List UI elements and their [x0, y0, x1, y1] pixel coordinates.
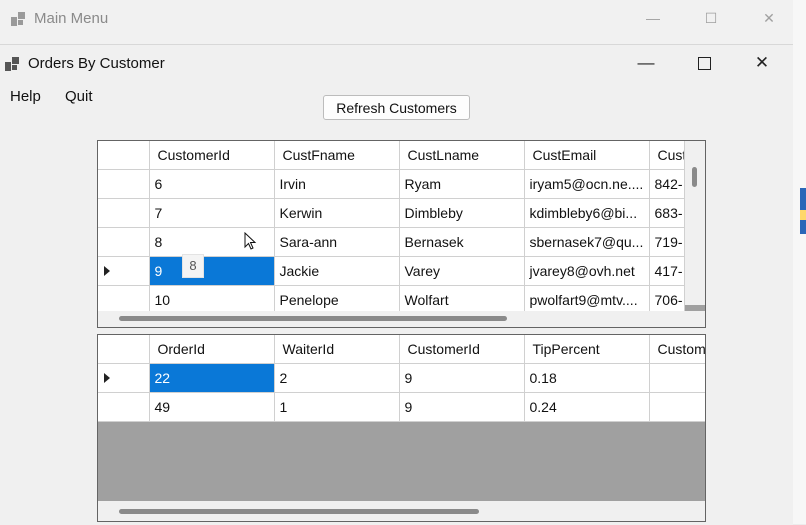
cell-custphone[interactable]: 417-	[649, 256, 685, 286]
app-icon	[11, 12, 25, 26]
cell-custphone[interactable]: 683-	[649, 198, 685, 228]
cell-tippercent[interactable]: 0.18	[524, 363, 650, 393]
cell-waiterid[interactable]: 2	[274, 363, 400, 393]
vertical-scroll-thumb[interactable]	[692, 167, 697, 187]
column-header-cust[interactable]: Cust	[649, 141, 685, 170]
column-header-custlname[interactable]: CustLname	[399, 141, 525, 170]
vertical-scrollbar[interactable]	[685, 141, 705, 305]
cell-customerid[interactable]: 9	[149, 256, 275, 286]
cell-custlname[interactable]: Ryam	[399, 169, 525, 199]
cell-orderid[interactable]: 49	[149, 392, 275, 422]
row-header[interactable]	[98, 256, 150, 286]
menu-quit[interactable]: Quit	[65, 88, 93, 105]
minimize-icon[interactable]: —	[630, 4, 676, 32]
row-header[interactable]	[98, 169, 150, 199]
horizontal-scrollbar[interactable]	[98, 501, 705, 521]
cell-custphone[interactable]: 842-	[649, 169, 685, 199]
horizontal-scroll-thumb[interactable]	[119, 509, 479, 514]
minimize-button[interactable]: —	[617, 47, 675, 79]
cell-orderid[interactable]: 22	[149, 363, 275, 393]
window-title: Orders By Customer	[28, 55, 165, 72]
cell-custphone[interactable]: 719-	[649, 227, 685, 257]
customers-header-row: CustomerId CustFname CustLname CustEmail…	[98, 141, 685, 170]
cell-custlname[interactable]: Varey	[399, 256, 525, 286]
cell-custom[interactable]	[649, 363, 705, 393]
cell-custfname[interactable]: Irvin	[274, 169, 400, 199]
cell-customerid[interactable]: 6	[149, 169, 275, 199]
cell-custlname[interactable]: Bernasek	[399, 227, 525, 257]
mouse-cursor-icon	[244, 232, 257, 250]
horizontal-scrollbar[interactable]	[98, 311, 705, 327]
cell-custemail[interactable]: jvarey8@ovh.net	[524, 256, 650, 286]
maximize-icon[interactable]: ☐	[688, 4, 734, 32]
maximize-button[interactable]	[675, 47, 733, 79]
column-header-custom[interactable]: Custom	[649, 335, 705, 364]
row-header-corner[interactable]	[98, 335, 150, 364]
column-header-customerid[interactable]: CustomerId	[149, 141, 275, 170]
main-menu-window: Main Menu — ☐ ✕	[0, 0, 806, 46]
cell-tooltip: 8	[182, 254, 204, 278]
cell-waiterid[interactable]: 1	[274, 392, 400, 422]
close-icon: ✕	[754, 53, 770, 72]
cell-custemail[interactable]: sbernasek7@qu...	[524, 227, 650, 257]
column-header-orderid[interactable]: OrderId	[149, 335, 275, 364]
close-button[interactable]: ✕	[733, 47, 791, 79]
column-header-waiterid[interactable]: WaiterId	[274, 335, 400, 364]
orders-header-row: OrderId WaiterId CustomerId TipPercent C…	[98, 335, 705, 364]
table-row[interactable]: 6 Irvin Ryam iryam5@ocn.ne.... 842-	[98, 169, 685, 199]
row-header-corner[interactable]	[98, 141, 150, 170]
row-header[interactable]	[98, 227, 150, 257]
cell-custfname[interactable]: Jackie	[274, 256, 400, 286]
row-pointer-icon	[104, 373, 110, 383]
cell-customerid[interactable]: 7	[149, 198, 275, 228]
table-row[interactable]: 7 Kerwin Dimbleby kdimbleby6@bi... 683-	[98, 198, 685, 228]
minimize-icon: —	[637, 53, 655, 72]
horizontal-scroll-thumb[interactable]	[119, 316, 507, 321]
table-row[interactable]: 49 1 9 0.24	[98, 392, 705, 422]
cell-custemail[interactable]: kdimbleby6@bi...	[524, 198, 650, 228]
table-row-selected[interactable]: 22 2 9 0.18	[98, 363, 705, 393]
app-icon	[5, 57, 19, 71]
cell-custemail[interactable]: iryam5@ocn.ne....	[524, 169, 650, 199]
cell-tippercent[interactable]: 0.24	[524, 392, 650, 422]
background-window-edge	[793, 0, 806, 524]
column-header-custemail[interactable]: CustEmail	[524, 141, 650, 170]
cell-custom[interactable]	[649, 392, 705, 422]
maximize-icon	[697, 57, 711, 71]
table-row[interactable]: 8 Sara-ann Bernasek sbernasek7@qu... 719…	[98, 227, 685, 257]
refresh-customers-button[interactable]: Refresh Customers	[323, 95, 470, 120]
main-menu-title: Main Menu	[34, 10, 109, 27]
cell-customerid[interactable]: 9	[399, 363, 525, 393]
row-header[interactable]	[98, 392, 150, 422]
close-icon[interactable]: ✕	[746, 4, 792, 32]
row-pointer-icon	[104, 266, 110, 276]
customers-grid[interactable]: CustomerId CustFname CustLname CustEmail…	[97, 140, 706, 328]
menu-help[interactable]: Help	[10, 88, 41, 105]
cell-custlname[interactable]: Dimbleby	[399, 198, 525, 228]
column-header-customerid[interactable]: CustomerId	[399, 335, 525, 364]
cell-custfname[interactable]: Kerwin	[274, 198, 400, 228]
orders-grid[interactable]: OrderId WaiterId CustomerId TipPercent C…	[97, 334, 706, 522]
row-header[interactable]	[98, 363, 150, 393]
column-header-custfname[interactable]: CustFname	[274, 141, 400, 170]
column-header-tippercent[interactable]: TipPercent	[524, 335, 650, 364]
cell-customerid[interactable]: 9	[399, 392, 525, 422]
cell-custfname[interactable]: Sara-ann	[274, 227, 400, 257]
row-header[interactable]	[98, 198, 150, 228]
